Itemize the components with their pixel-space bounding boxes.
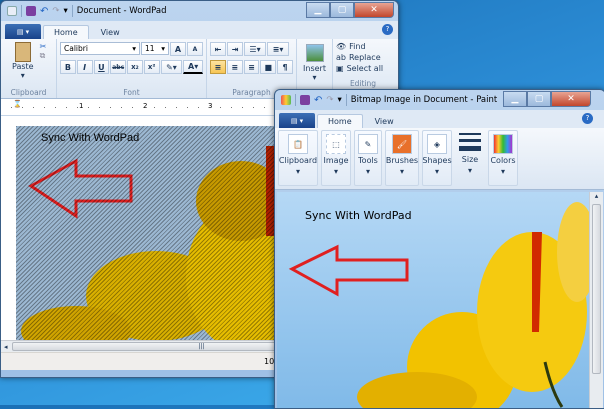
paragraph-icon[interactable]: ¶	[277, 60, 293, 74]
brush-icon: 🖌	[392, 134, 412, 154]
paste-button[interactable]: Paste ▾	[12, 42, 34, 80]
cut-icon[interactable]: ✂	[40, 42, 47, 51]
font-color-icon[interactable]: A▾	[183, 60, 203, 74]
highlight-icon[interactable]: ✎▾	[160, 60, 183, 74]
tab-home[interactable]: Home	[317, 114, 363, 128]
undo-icon[interactable]: ↶	[40, 6, 48, 17]
colors-button[interactable]: Colors ▾	[488, 130, 518, 186]
application-menu-button[interactable]: ▤ ▾	[5, 24, 41, 39]
shapes-icon: ◈	[427, 134, 447, 154]
undo-icon[interactable]: ↶	[314, 95, 322, 106]
select-all-button[interactable]: ▣ Select all	[336, 64, 390, 73]
tools-button[interactable]: ✎ Tools ▾	[354, 130, 382, 186]
window-title: Document - WordPad	[76, 6, 167, 16]
ruler-mark: 1	[79, 102, 84, 110]
group-label: Clipboard	[10, 88, 47, 97]
font-family-select[interactable]: Calibri ▾	[60, 42, 140, 55]
select-icon: ⬚	[326, 134, 346, 154]
tab-home[interactable]: Home	[43, 25, 89, 39]
palette-icon	[493, 134, 513, 154]
scroll-left-icon: ◂	[4, 342, 8, 351]
paint-window: ↶ ↷ ▾ Bitmap Image in Document - Paint ▁…	[274, 89, 604, 409]
align-right-icon[interactable]: ≡	[243, 60, 260, 74]
subscript-button[interactable]: x₂	[127, 60, 143, 74]
binoculars-icon: 👁	[336, 42, 347, 51]
maximize-button[interactable]: ▢	[527, 91, 551, 107]
minimize-button[interactable]: ▁	[306, 2, 330, 18]
ribbon-tabs: ▤ ▾ Home View ?	[1, 21, 398, 39]
align-center-icon[interactable]: ≡	[226, 60, 243, 74]
window-title: Bitmap Image in Document - Paint	[350, 95, 498, 105]
group-label: Font	[123, 88, 140, 97]
insert-button[interactable]: Insert ▾	[300, 44, 329, 82]
picture-icon	[305, 44, 324, 62]
maximize-button[interactable]: ▢	[330, 2, 354, 18]
justify-icon[interactable]: ■	[260, 60, 277, 74]
paint-canvas[interactable]: Sync With WordPad	[277, 192, 597, 408]
paint-app-icon	[281, 95, 291, 105]
size-icon	[459, 133, 481, 153]
clipboard-group: Paste ▾ ✂ ⧉ Clipboard	[1, 39, 57, 98]
close-button[interactable]: ✕	[551, 91, 591, 107]
clipboard-button[interactable]: 📋 Clipboard ▾	[278, 130, 318, 186]
wordpad-titlebar: ↶ ↷ ▾ Document - WordPad ▁ ▢ ✕	[1, 1, 398, 21]
ribbon: 📋 Clipboard ▾ ⬚ Image ▾ ✎ Tools ▾ 🖌 Brushes ▾ ◈ S…	[275, 128, 604, 190]
redo-icon[interactable]: ↷	[52, 6, 59, 16]
doc-text: Sync With WordPad	[41, 132, 140, 144]
scroll-thumb[interactable]	[592, 204, 601, 374]
wordpad-app-icon	[7, 6, 17, 16]
shrink-font-button[interactable]: A	[187, 42, 203, 56]
close-button[interactable]: ✕	[354, 2, 394, 18]
save-icon[interactable]	[26, 6, 36, 16]
replace-icon: ab	[336, 53, 346, 62]
increase-indent-icon[interactable]: ⇥	[227, 42, 243, 56]
paint-titlebar: ↶ ↷ ▾ Bitmap Image in Document - Paint ▁…	[275, 90, 604, 110]
image-button[interactable]: ⬚ Image ▾	[321, 130, 351, 186]
bullets-icon[interactable]: ☰▾	[244, 42, 266, 56]
font-group: Calibri ▾ 11 ▾ AA B I U abc x₂ x² ✎▾ A▾ Fo…	[57, 39, 207, 98]
size-button[interactable]: Size ▾	[455, 130, 485, 186]
decrease-indent-icon[interactable]: ⇤	[210, 42, 226, 56]
customize-qa-icon[interactable]: ▾	[64, 6, 68, 16]
strikethrough-button[interactable]: abc	[110, 60, 127, 74]
clipboard-icon: 📋	[288, 134, 308, 154]
shapes-button[interactable]: ◈ Shapes ▾	[422, 130, 452, 186]
indent-marker: ⌛	[13, 100, 22, 108]
align-left-icon[interactable]: ≡	[210, 60, 226, 74]
paint-canvas-area[interactable]: Sync With WordPad ▴	[277, 192, 603, 408]
clipboard-icon	[14, 42, 31, 62]
help-icon[interactable]: ?	[582, 113, 593, 124]
tab-view[interactable]: View	[91, 26, 130, 39]
ruler-mark: 3	[208, 102, 213, 110]
italic-button[interactable]: I	[76, 60, 93, 74]
group-label: Editing	[349, 79, 377, 88]
replace-button[interactable]: ab Replace	[336, 53, 390, 62]
vertical-scrollbar[interactable]: ▴	[589, 192, 603, 408]
copy-icon[interactable]: ⧉	[40, 51, 47, 61]
canvas-text: Sync With WordPad	[305, 209, 412, 222]
redo-icon[interactable]: ↷	[326, 95, 333, 105]
save-icon[interactable]	[300, 95, 310, 105]
brushes-button[interactable]: 🖌 Brushes ▾	[385, 130, 419, 186]
underline-button[interactable]: U	[93, 60, 110, 74]
bold-button[interactable]: B	[60, 60, 76, 74]
grow-font-button[interactable]: A	[170, 42, 186, 56]
ribbon-tabs: ▤ ▾ Home View ?	[275, 110, 604, 128]
line-spacing-icon[interactable]: ≡▾	[267, 42, 289, 56]
superscript-button[interactable]: x²	[143, 60, 160, 74]
customize-qa-icon[interactable]: ▾	[338, 95, 342, 105]
font-size-select[interactable]: 11 ▾	[141, 42, 169, 55]
select-all-icon: ▣	[336, 64, 344, 73]
minimize-button[interactable]: ▁	[503, 91, 527, 107]
application-menu-button[interactable]: ▤ ▾	[279, 113, 315, 128]
paste-label: Paste	[12, 62, 34, 71]
ruler-mark: 2	[143, 102, 148, 110]
find-button[interactable]: 👁 Find	[336, 42, 390, 51]
tab-view[interactable]: View	[365, 115, 404, 128]
tools-icon: ✎	[358, 134, 378, 154]
tulip-picture: Sync With WordPad	[288, 202, 597, 408]
help-icon[interactable]: ?	[382, 24, 393, 35]
